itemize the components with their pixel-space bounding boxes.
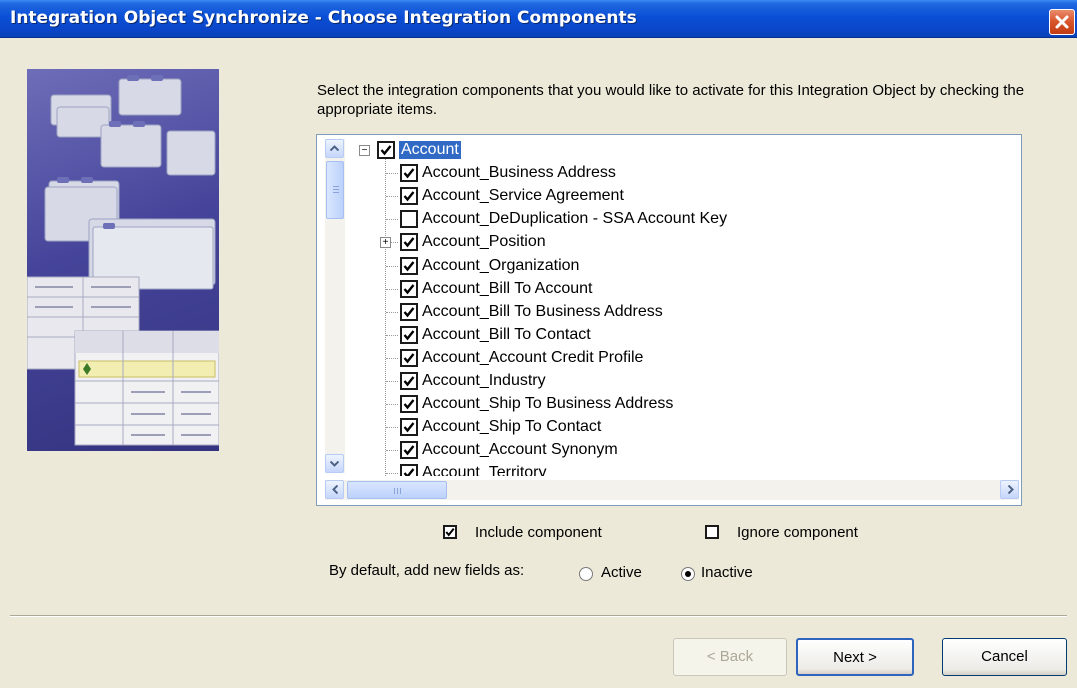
ignore-legend-checkbox: [705, 525, 719, 539]
checkmark-icon: [403, 191, 415, 202]
component-label: Account_DeDuplication - SSA Account Key: [422, 210, 728, 228]
checkmark-icon: [403, 353, 415, 364]
component-checkbox[interactable]: [400, 372, 418, 390]
component-checkbox[interactable]: [400, 418, 418, 437]
close-button[interactable]: [1049, 9, 1075, 35]
component-checkbox[interactable]: [400, 210, 418, 229]
chevron-down-icon: [330, 461, 339, 467]
component-label: Account_Bill To Business Address: [422, 302, 663, 320]
checkmark-icon: [403, 376, 415, 387]
tree-branch-line: [386, 265, 398, 267]
ignore-legend-label: Ignore component: [737, 524, 858, 541]
component-checkbox[interactable]: [400, 348, 418, 367]
horizontal-scrollbar[interactable]: [325, 480, 1019, 500]
component-label: Account_Territory: [422, 464, 547, 476]
component-checkbox[interactable]: [400, 441, 418, 460]
active-radio-label[interactable]: Active: [601, 564, 642, 581]
tree-branch-line: [386, 404, 398, 406]
checkmark-icon: [403, 237, 415, 248]
title-bar: Integration Object Synchronize - Choose …: [0, 0, 1077, 38]
component-label: Account_Industry: [422, 372, 546, 389]
checkmark-icon: [403, 283, 415, 294]
scroll-right-button[interactable]: [1000, 480, 1019, 499]
component-checkbox[interactable]: [400, 302, 418, 321]
scroll-up-button[interactable]: [325, 139, 344, 158]
inactive-radio[interactable]: [681, 567, 695, 581]
component-label: Account_Account Synonym: [422, 441, 618, 459]
cancel-button-label: Cancel: [981, 648, 1028, 665]
tree-root-label: Account: [398, 140, 462, 160]
tree-branch-line: [386, 288, 398, 290]
component-checkbox[interactable]: [400, 325, 418, 344]
component-label: Account_Ship To Business Address: [422, 395, 674, 413]
component-label: Account_Business Address: [422, 164, 616, 182]
component-label: Account_Bill To Account: [422, 279, 593, 297]
checkmark-icon: [403, 468, 415, 476]
vertical-scroll-thumb[interactable]: [326, 161, 344, 219]
window-title: Integration Object Synchronize - Choose …: [10, 8, 637, 28]
root-checkbox[interactable]: [377, 141, 395, 159]
component-checkbox[interactable]: [400, 233, 418, 252]
component-label: Account_Ship To Contact: [422, 418, 602, 436]
scroll-left-button[interactable]: [325, 480, 344, 499]
chevron-up-icon: [330, 145, 339, 151]
tree-branch-line: [386, 381, 398, 382]
cancel-button[interactable]: Cancel: [942, 638, 1067, 676]
active-radio[interactable]: [579, 567, 593, 581]
horizontal-scroll-thumb[interactable]: [347, 481, 447, 499]
tree-items: − Account Account_Business Address Accoun…: [347, 139, 1017, 476]
tree-connector-line: [385, 159, 386, 476]
tree-branch-line: [386, 427, 398, 429]
components-tree-view[interactable]: − Account Account_Business Address Accoun…: [316, 134, 1022, 506]
separator: [10, 615, 1067, 617]
component-checkbox[interactable]: [400, 279, 418, 298]
instructions-text: Select the integration components that y…: [317, 82, 1025, 118]
component-label: Account_Position: [422, 233, 546, 251]
wizard-illustration: [27, 69, 219, 451]
tree-branch-line: [386, 450, 398, 452]
checkmark-icon: [403, 260, 415, 271]
back-button-label: < Back: [706, 648, 754, 665]
tree-branch-line: [386, 311, 398, 313]
include-legend-label: Include component: [475, 524, 602, 541]
checkmark-icon: [380, 145, 392, 156]
scroll-down-button[interactable]: [325, 454, 344, 473]
checkmark-icon: [403, 306, 415, 318]
inactive-radio-label[interactable]: Inactive: [701, 564, 753, 581]
vertical-scrollbar[interactable]: [325, 139, 345, 473]
back-button[interactable]: < Back: [673, 638, 787, 676]
checkmark-icon: [445, 528, 455, 537]
component-checkbox[interactable]: [400, 256, 418, 275]
chevron-right-icon: [1008, 485, 1014, 494]
checkmark-icon: [403, 422, 415, 433]
next-button-label: Next >: [833, 649, 877, 666]
tree-branch-line: [386, 473, 398, 475]
checkmark-icon: [403, 168, 415, 179]
tree-branch-line: [386, 196, 398, 198]
default-fields-label: By default, add new fields as:: [329, 562, 525, 579]
component-label: Account_Bill To Contact: [422, 325, 591, 343]
checkmark-icon: [403, 445, 415, 456]
tree-branch-line: [386, 334, 398, 336]
checkmark-icon: [403, 399, 415, 410]
component-label: Account_Organization: [422, 256, 580, 274]
tree-branch-line: [386, 357, 398, 359]
chevron-left-icon: [332, 485, 338, 494]
component-checkbox[interactable]: [400, 464, 418, 476]
include-legend-checkbox: [443, 525, 457, 539]
next-button[interactable]: Next >: [796, 638, 914, 676]
folders-illustration-icon: [27, 75, 219, 446]
component-label: Account_Service Agreement: [422, 187, 624, 205]
expand-icon[interactable]: +: [380, 237, 391, 249]
component-label: Account_Account Credit Profile: [422, 348, 644, 366]
tree-branch-line: [386, 219, 398, 221]
checkmark-icon: [403, 330, 415, 341]
tree-branch-line: [386, 173, 398, 175]
collapse-icon[interactable]: −: [359, 145, 370, 156]
component-checkbox[interactable]: [400, 395, 418, 414]
component-checkbox[interactable]: [400, 164, 418, 183]
component-checkbox[interactable]: [400, 187, 418, 206]
close-icon: [1055, 15, 1069, 29]
